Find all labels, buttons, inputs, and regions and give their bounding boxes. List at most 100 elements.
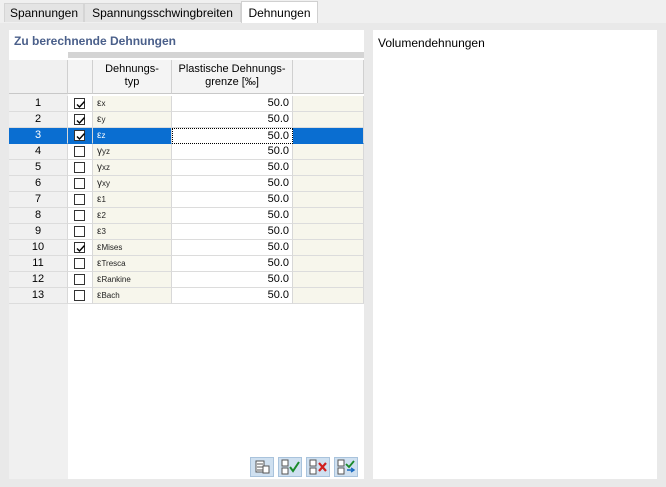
checkbox-cell bbox=[68, 272, 93, 288]
extra-cell bbox=[293, 208, 364, 224]
strain-subscript: 2 bbox=[101, 211, 106, 220]
strain-type-cell: ε3 bbox=[93, 224, 172, 240]
checkbox-cell bbox=[68, 144, 93, 160]
table-row[interactable]: 11 εTresca 50.0 bbox=[9, 256, 364, 272]
extra-cell bbox=[293, 288, 364, 304]
strain-type-cell: εz bbox=[93, 128, 172, 144]
tab-spannungen[interactable]: Spannungen bbox=[4, 3, 84, 22]
strain-type-cell: εMises bbox=[93, 240, 172, 256]
extra-cell bbox=[293, 128, 364, 144]
row-number: 3 bbox=[9, 128, 68, 144]
plastic-strain-limit-cell[interactable]: 50.0 bbox=[172, 288, 293, 304]
strain-type-cell: εx bbox=[93, 96, 172, 112]
strain-type-cell: εy bbox=[93, 112, 172, 128]
extra-cell bbox=[293, 192, 364, 208]
table-row[interactable]: 4 γyz 50.0 bbox=[9, 144, 364, 160]
table-row[interactable]: 6 γxy 50.0 bbox=[9, 176, 364, 192]
row-checkbox[interactable] bbox=[74, 242, 86, 253]
row-checkbox[interactable] bbox=[74, 130, 86, 141]
strain-subscript: Mises bbox=[101, 243, 123, 252]
strain-selection-panel: Zu berechnende Dehnungen Dehnungs- typ P… bbox=[9, 30, 364, 479]
plastic-strain-limit-cell[interactable]: 50.0 bbox=[172, 208, 293, 224]
extra-cell bbox=[293, 160, 364, 176]
strain-type-header: Dehnungs- typ bbox=[93, 60, 172, 94]
extra-cell bbox=[293, 256, 364, 272]
checkbox-cell bbox=[68, 240, 93, 256]
plastic-strain-limit-cell[interactable]: 50.0 bbox=[172, 256, 293, 272]
plastic-strain-limit-cell[interactable]: 50.0 bbox=[172, 224, 293, 240]
tab-dehnungen[interactable]: Dehnungen bbox=[241, 1, 318, 23]
row-number: 10 bbox=[9, 240, 68, 256]
table-row[interactable]: 3 εz 50.0 bbox=[9, 128, 364, 144]
checkbox-cell bbox=[68, 288, 93, 304]
row-number: 12 bbox=[9, 272, 68, 288]
check-all-icon[interactable] bbox=[278, 457, 302, 477]
row-checkbox[interactable] bbox=[74, 98, 86, 109]
row-checkbox[interactable] bbox=[74, 290, 85, 301]
plastic-strain-limit-cell[interactable]: 50.0 bbox=[172, 160, 293, 176]
table-row[interactable]: 1 εx 50.0 bbox=[9, 96, 364, 112]
invert-selection-icon[interactable] bbox=[334, 457, 358, 477]
checkbox-cell bbox=[68, 208, 93, 224]
table-row[interactable]: 7 ε1 50.0 bbox=[9, 192, 364, 208]
strain-type-header-line1: Dehnungs- bbox=[105, 63, 159, 75]
row-checkbox[interactable] bbox=[74, 146, 85, 157]
row-checkbox[interactable] bbox=[74, 258, 85, 269]
row-number: 4 bbox=[9, 144, 68, 160]
strain-type-cell: ε2 bbox=[93, 208, 172, 224]
strain-type-cell: γxz bbox=[93, 160, 172, 176]
row-checkbox[interactable] bbox=[74, 210, 85, 221]
checkbox-column-header bbox=[68, 60, 93, 94]
strain-subscript: y bbox=[101, 115, 106, 124]
extra-cell bbox=[293, 112, 364, 128]
table-row[interactable]: 10 εMises 50.0 bbox=[9, 240, 364, 256]
row-number: 7 bbox=[9, 192, 68, 208]
table-header-bar bbox=[68, 52, 364, 58]
plastic-strain-limit-cell[interactable]: 50.0 bbox=[172, 96, 293, 112]
table-row[interactable]: 5 γxz 50.0 bbox=[9, 160, 364, 176]
strain-subscript: Tresca bbox=[101, 259, 126, 268]
checkbox-cell bbox=[68, 192, 93, 208]
extra-cell bbox=[293, 144, 364, 160]
table-row[interactable]: 9 ε3 50.0 bbox=[9, 224, 364, 240]
uncheck-all-icon[interactable] bbox=[306, 457, 330, 477]
row-checkbox[interactable] bbox=[74, 162, 85, 173]
row-number: 11 bbox=[9, 256, 68, 272]
plastic-strain-limit-header-line2: grenze [‰] bbox=[205, 76, 259, 88]
row-checkbox[interactable] bbox=[74, 194, 85, 205]
plastic-strain-limit-cell[interactable]: 50.0 bbox=[172, 144, 293, 160]
strain-subscript: Rankine bbox=[101, 275, 131, 284]
table-settings-icon[interactable] bbox=[250, 457, 274, 477]
volume-strain-title: Volumendehnungen bbox=[378, 36, 485, 50]
strain-type-cell: γyz bbox=[93, 144, 172, 160]
plastic-strain-limit-cell[interactable]: 50.0 bbox=[172, 272, 293, 288]
row-number: 5 bbox=[9, 160, 68, 176]
checkbox-cell bbox=[68, 256, 93, 272]
plastic-strain-limit-cell[interactable]: 50.0 bbox=[172, 128, 293, 144]
strain-subscript: xy bbox=[102, 179, 110, 188]
strain-subscript: yz bbox=[102, 147, 110, 156]
strain-subscript: xz bbox=[102, 163, 110, 172]
row-checkbox[interactable] bbox=[74, 178, 85, 189]
table-row[interactable]: 12 εRankine 50.0 bbox=[9, 272, 364, 288]
table-row[interactable]: 2 εy 50.0 bbox=[9, 112, 364, 128]
row-number: 6 bbox=[9, 176, 68, 192]
extra-cell bbox=[293, 96, 364, 112]
checkbox-cell bbox=[68, 96, 93, 112]
extra-cell bbox=[293, 272, 364, 288]
plastic-strain-limit-cell[interactable]: 50.0 bbox=[172, 192, 293, 208]
plastic-strain-limit-cell[interactable]: 50.0 bbox=[172, 240, 293, 256]
strain-type-header-line2: typ bbox=[124, 76, 140, 88]
row-checkbox[interactable] bbox=[74, 114, 86, 125]
table-row[interactable]: 8 ε2 50.0 bbox=[9, 208, 364, 224]
strain-subscript: 3 bbox=[101, 227, 106, 236]
tab-spannungsschwingbreiten[interactable]: Spannungsschwingbreiten bbox=[84, 3, 241, 22]
volume-strain-panel: Volumendehnungen bbox=[373, 30, 657, 479]
row-checkbox[interactable] bbox=[74, 274, 85, 285]
plastic-strain-limit-cell[interactable]: 50.0 bbox=[172, 112, 293, 128]
table-row[interactable]: 13 εBach 50.0 bbox=[9, 288, 364, 304]
plastic-strain-limit-cell[interactable]: 50.0 bbox=[172, 176, 293, 192]
row-number: 13 bbox=[9, 288, 68, 304]
row-number-header bbox=[9, 60, 68, 94]
row-checkbox[interactable] bbox=[74, 226, 85, 237]
